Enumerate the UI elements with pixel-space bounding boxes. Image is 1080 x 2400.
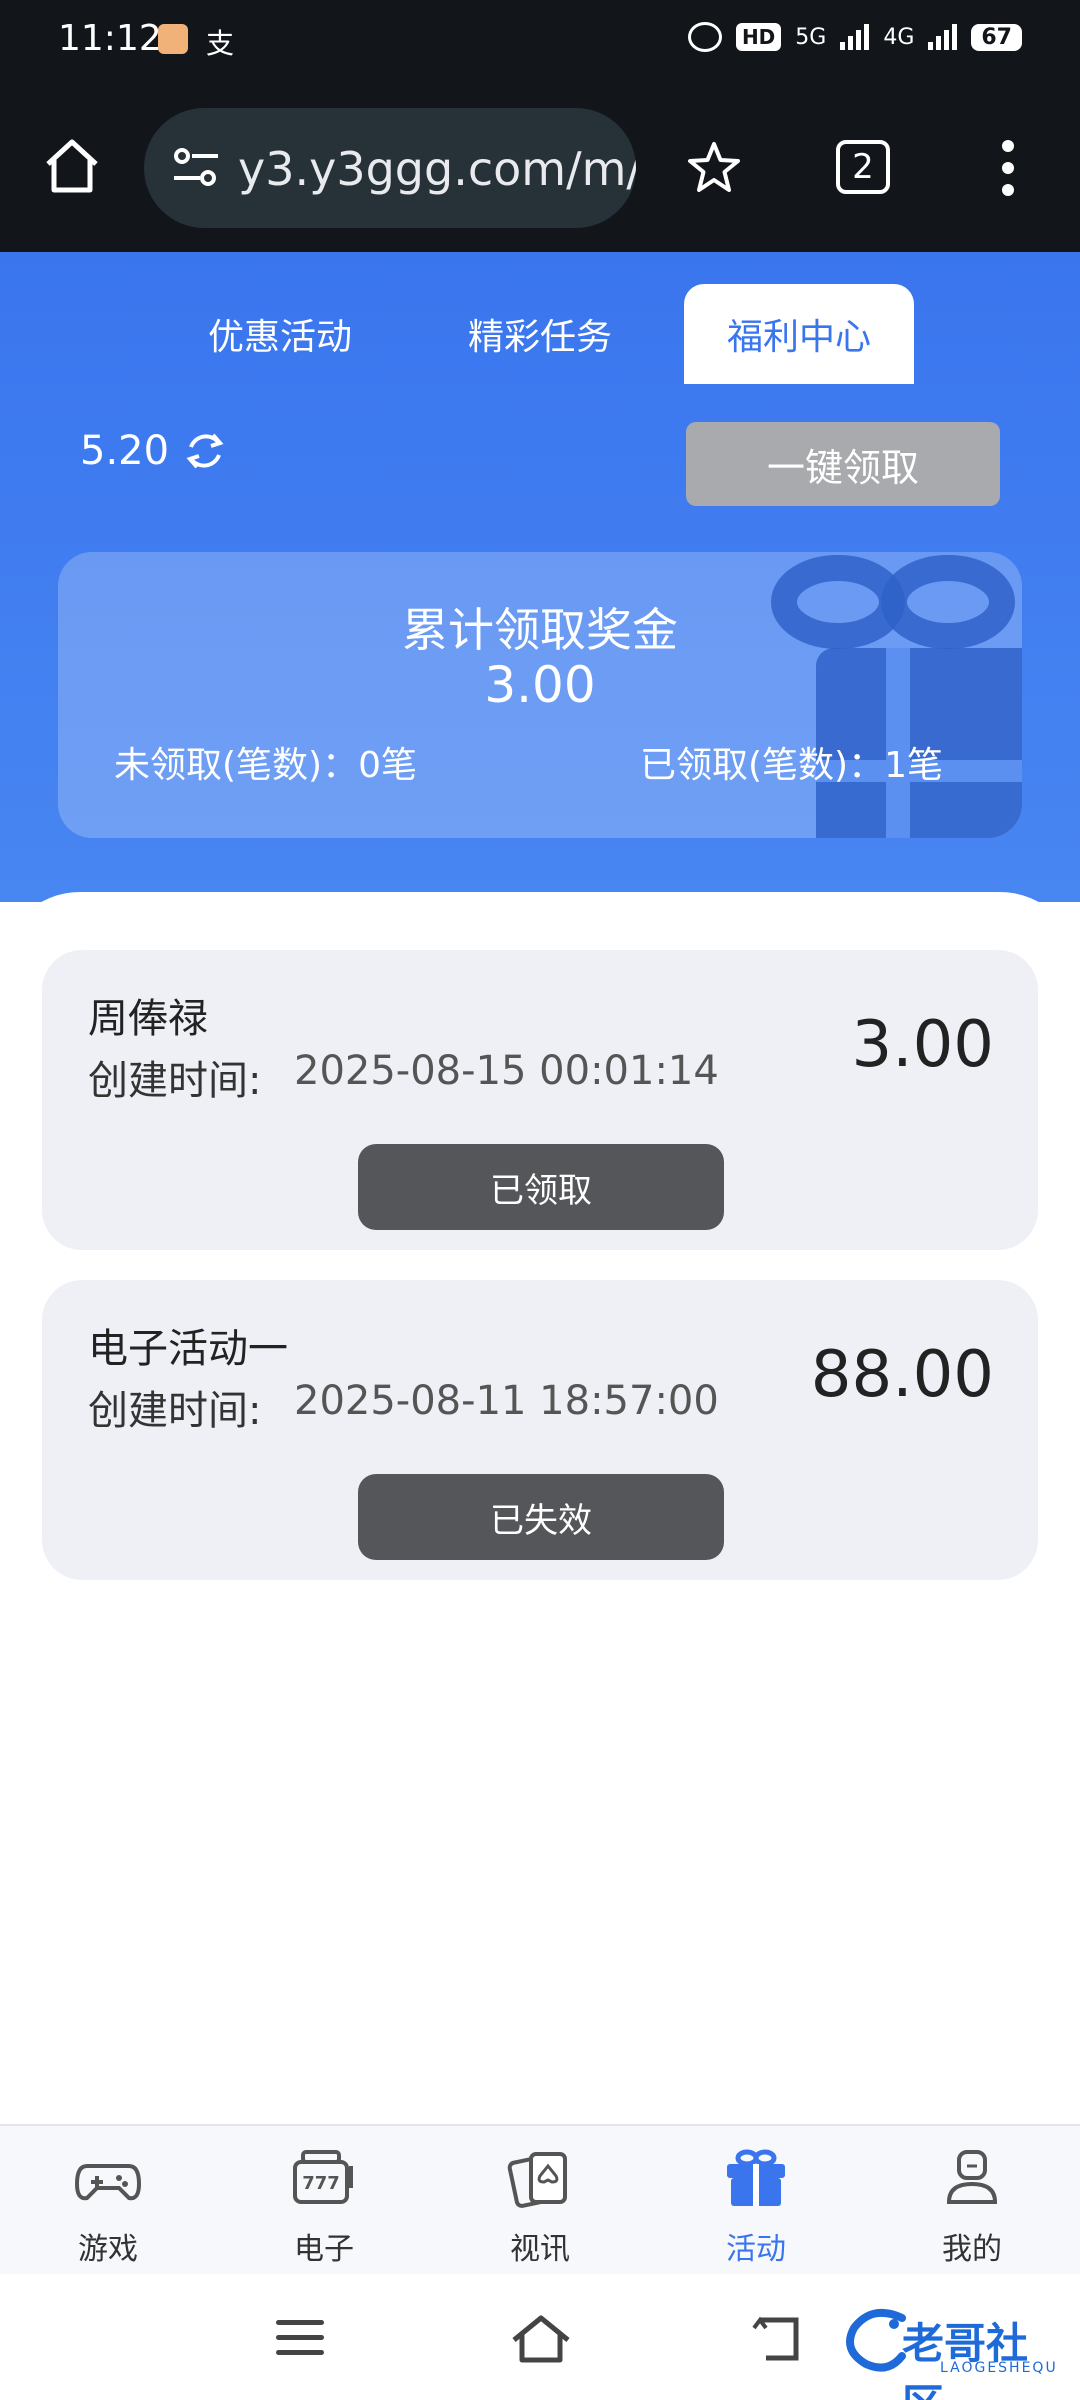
balance-value: 5.20 <box>80 428 170 474</box>
record-time: 2025-08-15 00:01:14 <box>294 1048 719 1094</box>
nav-item-games[interactable]: 游戏 <box>0 2126 216 2276</box>
record-name: 电子活动一 <box>88 1326 288 1372</box>
watermark-logo: 老哥社区 LAOGESHEQU <box>842 2300 1068 2400</box>
welfare-header: 优惠活动 精彩任务 福利中心 5.20 一键领取 累计领取奖金 3.00 未领取… <box>0 252 1080 902</box>
url-text[interactable]: y3.y3ggg.com/m/ <box>238 142 636 196</box>
slot-machine-icon: 777 <box>293 2150 353 2204</box>
hd-badge: HD <box>735 23 782 51</box>
status-bar: 11:12 支 HD 5G 4G 67 <box>0 0 1080 84</box>
nav-item-slots[interactable]: 777 电子 <box>216 2126 432 2276</box>
system-home-icon[interactable] <box>510 2314 572 2364</box>
url-bar[interactable]: y3.y3ggg.com/m/ <box>144 108 636 228</box>
record-name: 周俸禄 <box>88 996 208 1042</box>
record-status-button[interactable]: 已失效 <box>358 1474 724 1560</box>
record-status-button[interactable]: 已领取 <box>358 1144 724 1230</box>
records-list: 周俸禄 创建时间: 2025-08-15 00:01:14 3.00 已领取 电… <box>0 892 1080 2124</box>
system-back-icon[interactable] <box>752 2314 804 2364</box>
nav-item-live[interactable]: 视讯 <box>432 2126 648 2276</box>
bookmark-star-icon[interactable] <box>686 140 742 196</box>
bottom-nav: 游戏 777 电子 视讯 活动 我的 <box>0 2124 1080 2274</box>
signal-icon-2 <box>928 24 958 50</box>
nav-item-profile[interactable]: 我的 <box>864 2126 1080 2276</box>
signal-icon <box>840 24 870 50</box>
nav-item-activity[interactable]: 活动 <box>648 2126 864 2276</box>
record-card: 周俸禄 创建时间: 2025-08-15 00:01:14 3.00 已领取 <box>42 950 1038 1250</box>
network-4g-label: 4G <box>883 24 915 50</box>
gamepad-icon <box>74 2164 142 2201</box>
tab-promotions[interactable]: 优惠活动 <box>180 284 380 384</box>
record-time: 2025-08-11 18:57:00 <box>294 1378 719 1424</box>
tab-tasks[interactable]: 精彩任务 <box>440 284 640 384</box>
unclaimed-count: 未领取(笔数)：0笔 <box>114 745 417 786</box>
record-card: 电子活动一 创建时间: 2025-08-11 18:57:00 88.00 已失… <box>42 1280 1038 1580</box>
summary-title: 累计领取奖金 <box>402 603 678 657</box>
record-amount: 88.00 <box>810 1338 994 1412</box>
nav-label: 活动 <box>726 2232 786 2267</box>
app-notification-icon <box>158 24 188 54</box>
nav-label: 电子 <box>294 2232 354 2267</box>
gift-icon <box>727 2149 785 2206</box>
nav-label: 游戏 <box>78 2232 138 2267</box>
status-time: 11:12 <box>58 18 162 59</box>
home-icon[interactable] <box>40 134 104 198</box>
profile-icon <box>946 2150 998 2204</box>
watermark-text: 老哥社区 <box>902 2319 1029 2400</box>
record-amount: 3.00 <box>851 1008 995 1082</box>
nav-label: 视讯 <box>510 2232 570 2267</box>
cards-icon <box>507 2152 567 2208</box>
watermark-subtext: LAOGESHEQU <box>940 2360 1058 2376</box>
alarm-icon <box>687 22 722 52</box>
tab-welfare-center[interactable]: 福利中心 <box>684 284 914 384</box>
more-menu-icon[interactable] <box>996 140 1020 196</box>
browser-toolbar: y3.y3ggg.com/m/ 2 <box>0 84 1080 252</box>
system-icons: HD 5G 4G 67 <box>687 22 1022 52</box>
record-time-label: 创建时间: <box>88 1388 262 1434</box>
battery-icon: 67 <box>971 23 1022 51</box>
svg-text:777: 777 <box>302 2173 340 2194</box>
summary-card: 累计领取奖金 3.00 未领取(笔数)：0笔 已领取(笔数)：1笔 <box>58 552 1022 838</box>
recent-apps-icon[interactable] <box>276 2320 324 2356</box>
summary-total: 3.00 <box>484 656 596 714</box>
alipay-notification-icon: 支 <box>206 27 235 60</box>
refresh-icon[interactable] <box>183 429 227 473</box>
claim-all-button[interactable]: 一键领取 <box>686 422 1000 506</box>
nav-label: 我的 <box>942 2232 1002 2267</box>
record-time-label: 创建时间: <box>88 1058 262 1104</box>
tab-switcher-button[interactable]: 2 <box>836 140 890 194</box>
balance-display: 5.20 <box>80 428 227 474</box>
system-nav-bar: 老哥社区 LAOGESHEQU <box>0 2274 1080 2400</box>
network-5g-label: 5G <box>795 24 827 50</box>
site-settings-icon[interactable] <box>172 146 220 190</box>
claimed-count: 已领取(笔数)：1笔 <box>640 745 943 786</box>
